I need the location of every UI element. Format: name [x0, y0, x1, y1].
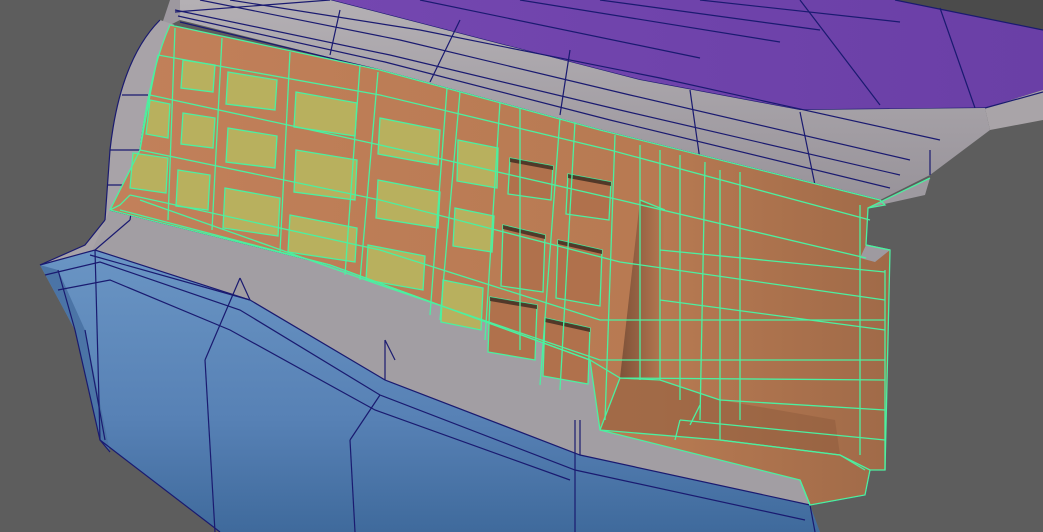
3d-viewport[interactable] — [0, 0, 1043, 532]
viewport-canvas[interactable] — [0, 0, 1043, 532]
